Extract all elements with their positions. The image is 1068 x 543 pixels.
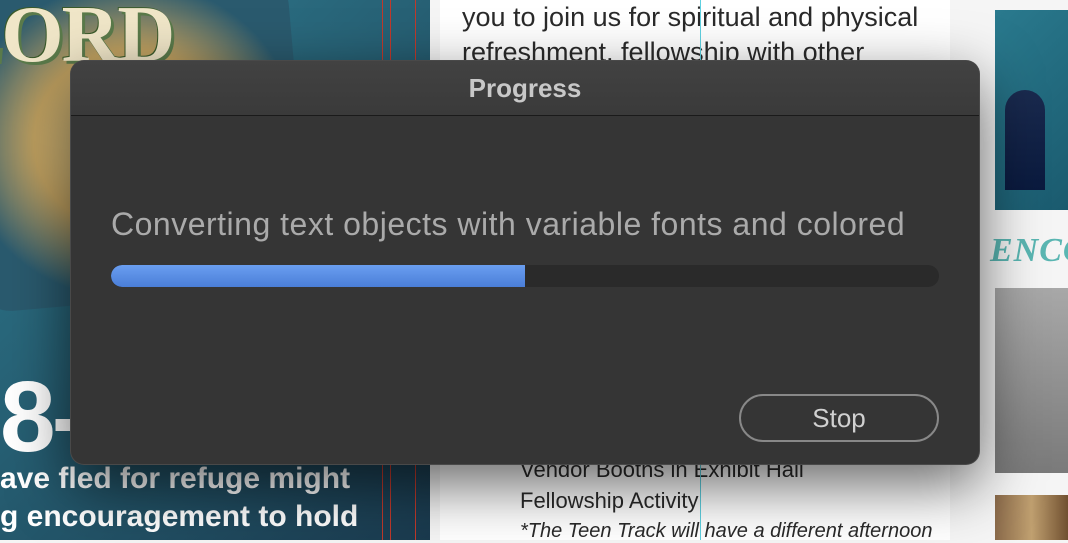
banner-paragraph: ave fled for refuge might g encouragemen… xyxy=(0,460,358,535)
dialog-title: Progress xyxy=(469,73,582,104)
speaker-photo-3 xyxy=(995,495,1068,540)
schedule-line2: Fellowship Activity xyxy=(520,486,804,517)
stop-button[interactable]: Stop xyxy=(739,394,939,442)
progress-bar-fill xyxy=(111,265,525,287)
right-section-title: ENCO xyxy=(990,232,1068,270)
dialog-body: Converting text objects with variable fo… xyxy=(71,116,979,464)
speaker-photo-2 xyxy=(995,288,1068,473)
progress-dialog: Progress Converting text objects with va… xyxy=(70,60,980,465)
dialog-footer: Stop xyxy=(739,394,939,442)
dialog-titlebar: Progress xyxy=(71,61,979,116)
speaker-photo-1 xyxy=(995,10,1068,210)
progress-bar-track xyxy=(111,265,939,287)
banner-para-line1: ave fled for refuge might xyxy=(0,460,358,498)
banner-para-line2: g encouragement to hold xyxy=(0,498,358,536)
banner-number: 8- xyxy=(0,360,81,475)
progress-status-text: Converting text objects with variable fo… xyxy=(111,206,939,243)
